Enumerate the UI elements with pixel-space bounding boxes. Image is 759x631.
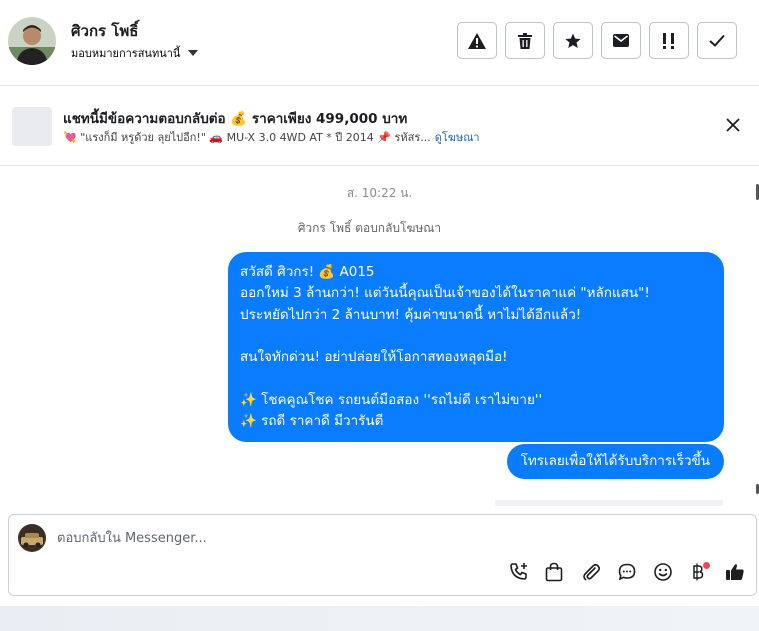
follow-up-icon	[659, 32, 679, 49]
message-line	[240, 368, 712, 389]
follow-up-button[interactable]	[649, 22, 689, 59]
assign-label: มอบหมายการสนทนานี้	[71, 47, 181, 60]
attach-button[interactable]	[579, 562, 603, 586]
chevron-down-icon	[188, 50, 199, 56]
conversation-header: ศิวกร โพธิ์ มอบหมายการสนทนานี้	[0, 0, 759, 86]
trash-icon	[518, 32, 532, 49]
shopping-bag-icon	[545, 562, 563, 586]
thumbs-up-icon	[725, 562, 745, 586]
ad-banner-title: แชทนี้มีข้อความตอบกลับต่อ 💰 ราคาเพียง 49…	[63, 111, 408, 127]
next-message-peek	[495, 500, 723, 506]
message-timestamp: ส. 10:22 น.	[346, 186, 413, 200]
mark-unread-button[interactable]	[601, 22, 641, 59]
star-button[interactable]	[553, 22, 593, 59]
outgoing-message-bubble[interactable]: สวัสดี ศิวกร! 💰 A015 ออกใหม่ 3 ล้านกว่า!…	[228, 252, 724, 443]
mark-done-button[interactable]	[697, 22, 737, 59]
assign-conversation-dropdown[interactable]: มอบหมายการสนทนานี้	[71, 44, 199, 62]
warning-icon	[468, 32, 486, 49]
message-line: สวัสดี ศิวกร! 💰 A015	[240, 264, 375, 280]
notification-dot	[703, 562, 710, 569]
contact-name[interactable]: ศิวกร โพธิ์	[71, 19, 138, 43]
emoji-icon	[653, 562, 673, 586]
payment-button[interactable]	[686, 562, 710, 586]
saved-replies-button[interactable]	[615, 562, 639, 586]
like-button[interactable]	[723, 562, 747, 586]
message-composer	[8, 514, 757, 596]
message-line: ออกใหม่ 3 ล้านกว่า! แต่วันนี้คุณเป็นเจ้า…	[240, 285, 650, 302]
shop-button[interactable]	[542, 562, 566, 586]
mail-icon	[613, 34, 629, 47]
close-icon[interactable]	[725, 117, 741, 133]
message-line: ✨ รถดี ราคาดี มีวารันตี	[240, 413, 384, 430]
delete-button[interactable]	[505, 22, 545, 59]
ad-banner-description: 💘 "แรงก็มี หรูด้วย ลุยไปอีก!" 🚗 MU-X 3.0…	[63, 131, 431, 144]
phone-add-icon	[509, 562, 529, 586]
call-button[interactable]	[507, 562, 531, 586]
view-ad-link[interactable]: ดูโฆษณา	[435, 131, 480, 144]
thread-scrollbar[interactable]	[755, 174, 759, 504]
star-icon	[565, 33, 581, 49]
ad-reply-note: ศิวกร โพธิ์ ตอบกลับโฆษณา	[297, 221, 442, 235]
message-line: ✨ โชคคูณโชค รถยนต์มือสอง ''รถไม่ดี เราไม…	[240, 391, 543, 408]
ad-thumbnail	[12, 107, 52, 146]
message-input[interactable]	[57, 527, 657, 549]
ad-reply-banner: แชทนี้มีข้อความตอบกลับต่อ 💰 ราคาเพียง 49…	[0, 86, 759, 166]
spam-button[interactable]	[457, 22, 497, 59]
check-icon	[709, 34, 725, 47]
contact-avatar[interactable]	[8, 17, 56, 65]
emoji-button[interactable]	[651, 562, 675, 586]
page-footer-strip	[0, 606, 759, 631]
page-avatar	[18, 524, 46, 552]
quick-reply-bubble[interactable]: โทรเลยเพื่อให้ได้รับบริการเร็วขึ้น	[506, 444, 724, 479]
message-line	[240, 326, 712, 347]
saved-reply-icon	[617, 562, 637, 586]
message-line: ประหยัดไปกว่า 2 ล้านบาท! คุ้มค่าขนาดนี้ …	[240, 306, 582, 323]
message-line: สนใจทักด่วน! อย่าปล่อยให้โอกาสทองหลุดมือ…	[240, 349, 508, 366]
ad-banner-subtitle: 💘 "แรงก็มี หรูด้วย ลุยไปอีก!" 🚗 MU-X 3.0…	[63, 128, 480, 146]
attachment-icon	[581, 562, 601, 586]
message-thread[interactable]: ส. 10:22 น. ศิวกร โพธิ์ ตอบกลับโฆษณา สวั…	[0, 166, 759, 506]
